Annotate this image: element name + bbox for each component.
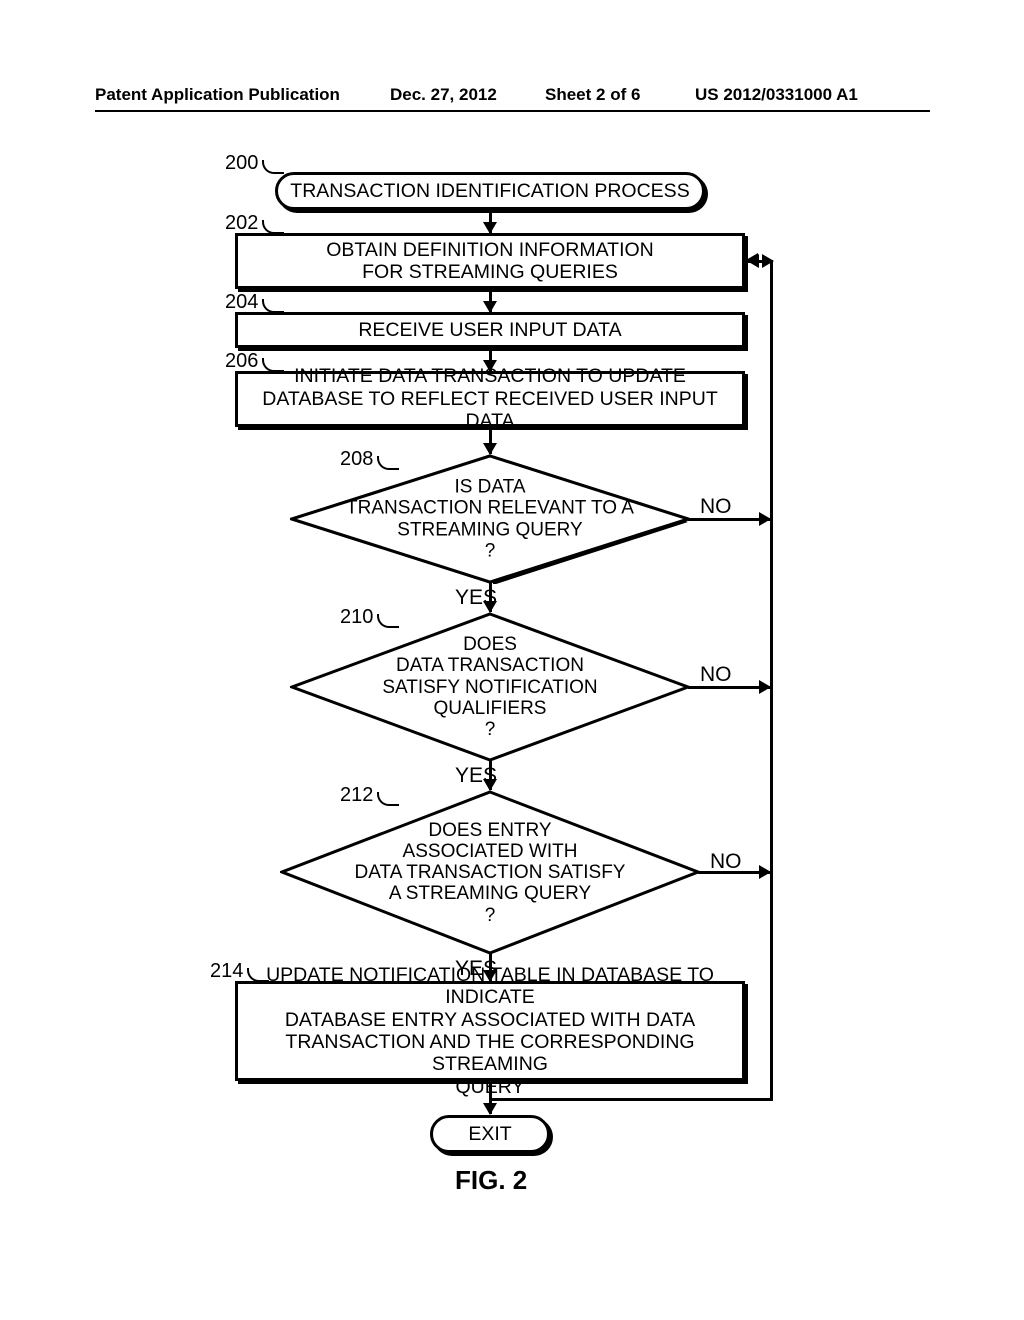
process-214: UPDATE NOTIFICATION TABLE IN DATABASE TO… — [235, 981, 745, 1081]
leader-202 — [262, 220, 284, 234]
header-rule — [95, 110, 930, 112]
header-publication: Patent Application Publication — [95, 85, 340, 105]
terminator-start-text: TRANSACTION IDENTIFICATION PROCESS — [290, 180, 689, 203]
ref-200: 200 — [225, 152, 258, 175]
flowchart-diagram: 200 TRANSACTION IDENTIFICATION PROCESS 2… — [0, 150, 1024, 1230]
leader-200 — [262, 160, 284, 174]
terminator-exit-text: EXIT — [468, 1123, 511, 1146]
loop-bottom-h — [491, 1098, 773, 1101]
ref-202: 202 — [225, 212, 258, 235]
process-204-text: RECEIVE USER INPUT DATA — [358, 319, 621, 341]
decision-210: DOES DATA TRANSACTION SATISFY NOTIFICATI… — [290, 612, 690, 762]
decision-208-text: IS DATA TRANSACTION RELEVANT TO A STREAM… — [290, 476, 690, 561]
branch-210-no: NO — [700, 663, 732, 687]
arrow-start-to-202 — [489, 213, 492, 233]
ref-204: 204 — [225, 291, 258, 314]
terminator-start: TRANSACTION IDENTIFICATION PROCESS — [275, 172, 705, 210]
branch-208-no: NO — [700, 495, 732, 519]
process-214-text: UPDATE NOTIFICATION TABLE IN DATABASE TO… — [246, 964, 734, 1099]
header-pubno: US 2012/0331000 A1 — [695, 85, 858, 105]
decision-210-text: DOES DATA TRANSACTION SATISFY NOTIFICATI… — [290, 634, 690, 740]
decision-212-text: DOES ENTRY ASSOCIATED WITH DATA TRANSACT… — [280, 819, 700, 925]
loop-vertical — [770, 260, 773, 1100]
process-202-text: OBTAIN DEFINITION INFORMATION FOR STREAM… — [326, 239, 654, 284]
arrow-210-yes — [489, 760, 492, 790]
header-sheet: Sheet 2 of 6 — [545, 85, 640, 105]
terminator-exit: EXIT — [430, 1115, 550, 1153]
process-206: INITIATE DATA TRANSACTION TO UPDATE DATA… — [235, 371, 745, 427]
loop-arrowhead — [746, 253, 758, 267]
process-206-text: INITIATE DATA TRANSACTION TO UPDATE DATA… — [246, 365, 734, 432]
decision-212: DOES ENTRY ASSOCIATED WITH DATA TRANSACT… — [280, 790, 700, 955]
arrow-202-to-204 — [489, 292, 492, 312]
decision-208: IS DATA TRANSACTION RELEVANT TO A STREAM… — [290, 454, 690, 584]
arrow-208-no — [688, 518, 770, 521]
process-202: OBTAIN DEFINITION INFORMATION FOR STREAM… — [235, 233, 745, 289]
ref-214: 214 — [210, 960, 243, 983]
leader-204 — [262, 299, 284, 313]
process-204: RECEIVE USER INPUT DATA — [235, 312, 745, 348]
arrow-206-to-208 — [489, 430, 492, 454]
arrow-208-yes — [489, 582, 492, 612]
arrow-210-no — [688, 686, 770, 689]
figure-caption: FIG. 2 — [455, 1165, 527, 1196]
header-date: Dec. 27, 2012 — [390, 85, 497, 105]
arrow-212-no — [698, 871, 770, 874]
